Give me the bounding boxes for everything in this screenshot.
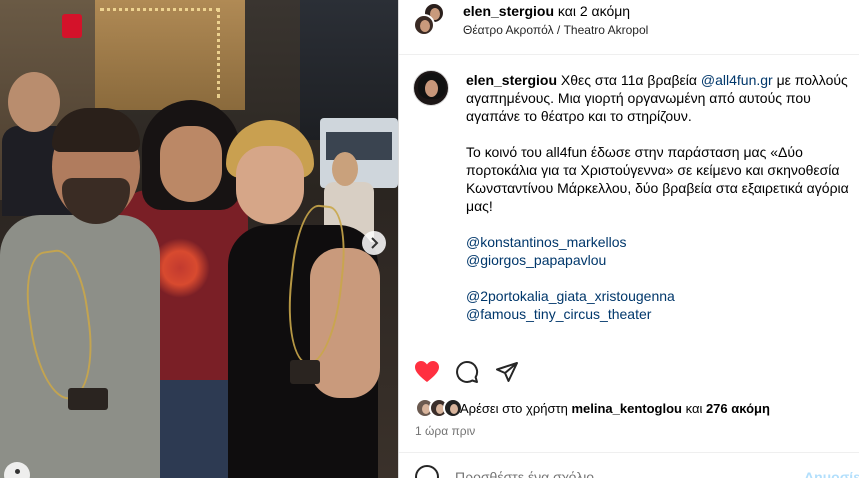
- mention-link[interactable]: @giorgos_papapavlou: [466, 251, 859, 269]
- trophy-base: [290, 360, 320, 384]
- caption-username[interactable]: elen_stergiou: [466, 72, 557, 88]
- caption-line: αγαπάνε το θέατρο και το στηρίζουν.: [466, 108, 692, 124]
- post-caption: elen_stergiou Χθες στα 11α βραβεία @all4…: [399, 55, 859, 350]
- heart-icon: [415, 361, 439, 382]
- post-header: elen_stergiou και 2 ακόμη Θέατρο Ακροπόλ…: [399, 0, 859, 55]
- mention-link[interactable]: @famous_tiny_circus_theater: [466, 305, 859, 323]
- avatar[interactable]: [413, 14, 435, 36]
- post-comment-button[interactable]: Δημοσίευση: [804, 469, 859, 478]
- post-side-panel: elen_stergiou και 2 ακόμη Θέατρο Ακροπόλ…: [398, 0, 859, 478]
- carousel-next-button[interactable]: [362, 231, 386, 255]
- comment-icon: [456, 361, 479, 383]
- marquee-lights: [100, 8, 220, 98]
- bystander-head: [8, 72, 60, 132]
- caption-line: μας!: [466, 198, 493, 214]
- caption-text-segment: Χθες στα 11α βραβεία: [560, 72, 701, 88]
- mention-link[interactable]: @konstantinos_markellos: [466, 233, 859, 251]
- mention-link[interactable]: @2portokalia_giata_xristougenna: [466, 287, 859, 305]
- trophy-base: [68, 388, 108, 410]
- caption-line: Κωνσταντίνου Μάρκελλου, δύο βραβεία στα …: [466, 180, 849, 196]
- caption-text-segment: με πολλούς: [772, 72, 848, 88]
- comment-bar: Δημοσίευση: [399, 452, 859, 478]
- bystander-2-head: [332, 152, 358, 186]
- caption-text: elen_stergiou Χθες στα 11α βραβεία @all4…: [466, 71, 859, 323]
- woman-center-face: [160, 126, 222, 202]
- comment-input[interactable]: [455, 469, 755, 478]
- paper-plane-icon: [496, 362, 518, 382]
- post-photo[interactable]: [0, 0, 398, 478]
- likes-middle: και: [681, 401, 706, 416]
- liker-username[interactable]: melina_kentoglou: [571, 401, 682, 416]
- like-button[interactable]: [413, 358, 441, 386]
- man-left-hair: [52, 108, 140, 152]
- post-actions: [399, 350, 859, 394]
- emoji-icon[interactable]: [415, 465, 439, 478]
- woman-right-face: [236, 146, 304, 224]
- coauthor-avatars[interactable]: [413, 2, 447, 38]
- share-button[interactable]: [493, 358, 521, 386]
- caption-line: Το κοινό του all4fun έδωσε στην παράστασ…: [466, 144, 803, 160]
- avatar[interactable]: [413, 70, 449, 106]
- location-link[interactable]: Θέατρο Ακροπόλ / Theatro Akropol: [463, 23, 648, 37]
- coauthors-link[interactable]: και 2 ακόμη: [558, 3, 630, 19]
- author-username[interactable]: elen_stergiou: [463, 3, 554, 19]
- caption-line: αγαπημένους. Μια γιορτή οργανωμένη από α…: [466, 90, 811, 106]
- mention-link[interactable]: @all4fun.gr: [701, 72, 773, 88]
- chevron-right-icon: [371, 237, 379, 249]
- post-timestamp[interactable]: 1 ώρα πριν: [415, 424, 475, 438]
- caption-line: πορτοκάλια για τα Χριστούγεννα» σε κείμε…: [466, 162, 840, 178]
- likes-prefix: Αρέσει στο χρήστη: [460, 401, 572, 416]
- likes-count[interactable]: 276 ακόμη: [706, 401, 770, 416]
- likes-text: Αρέσει στο χρήστη melina_kentoglou και 2…: [460, 401, 770, 416]
- header-usernames: elen_stergiou και 2 ακόμη: [463, 3, 630, 19]
- comment-button[interactable]: [453, 358, 481, 386]
- likes-summary: Αρέσει στο χρήστη melina_kentoglou και 2…: [399, 396, 859, 424]
- red-sign: [62, 14, 82, 38]
